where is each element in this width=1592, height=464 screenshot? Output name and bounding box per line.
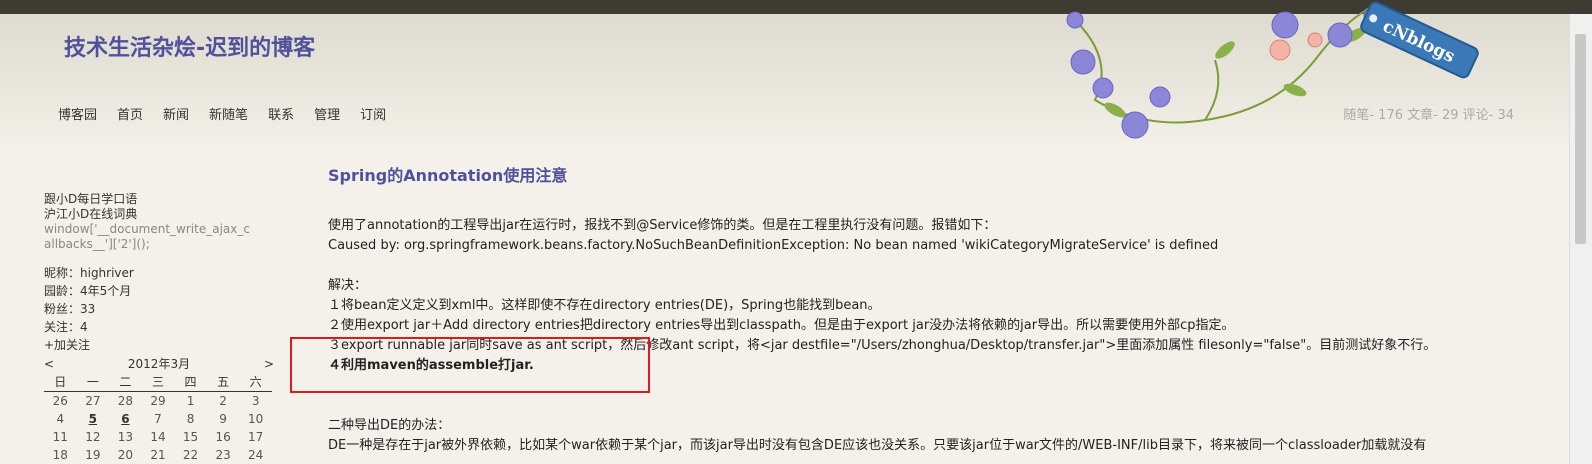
weekday-label: 四 — [174, 372, 207, 392]
calendar-prev-button[interactable]: < — [44, 356, 54, 372]
calendar-day: 3 — [251, 394, 260, 408]
sidebar: 跟小D每日学口语 沪江小D在线词典 window['__document_wri… — [44, 192, 274, 354]
flower-decoration — [1066, 8, 1377, 139]
profile-followers: 粉丝：33 — [44, 302, 96, 316]
pink-flower-decoration — [1269, 32, 1323, 61]
post-body: 使用了annotation的工程导出jar在运行时，报找不到@Service修饰… — [328, 216, 1528, 456]
scrollbar-thumb[interactable] — [1575, 34, 1586, 244]
calendar-day: 21 — [150, 448, 166, 462]
calendar-day: 2 — [219, 394, 227, 408]
profile-following: 关注：4 — [44, 320, 88, 334]
post-paragraph: 使用了annotation的工程导出jar在运行时，报找不到@Service修饰… — [328, 218, 997, 233]
weekday-label: 一 — [76, 372, 110, 392]
nav-news[interactable]: 新闻 — [163, 104, 189, 123]
nav-admin[interactable]: 管理 — [314, 104, 340, 123]
calendar-day: 16 — [215, 430, 231, 444]
calendar-day: 19 — [85, 448, 101, 462]
sidebar-link-daily-english[interactable]: 跟小D每日学口语 — [44, 192, 274, 207]
post-paragraph: ２使用export jar＋Add directory entries把dire… — [328, 318, 1235, 333]
calendar-title: 2012年3月 — [127, 357, 191, 371]
weekday-label: 五 — [206, 372, 240, 392]
vertical-scrollbar[interactable] — [1569, 14, 1592, 464]
calendar-day: 15 — [182, 430, 199, 444]
calendar-day: 26 — [52, 394, 68, 408]
calendar-day: 8 — [186, 412, 195, 426]
calendar-day: 24 — [248, 448, 264, 462]
follow-button[interactable]: +加关注 — [44, 336, 274, 354]
calendar-day-link[interactable]: 5 — [77, 410, 110, 428]
post-title-link[interactable]: Spring的Annotation使用注意 — [328, 162, 567, 186]
profile-info: 昵称：highriver 园龄：4年5个月 粉丝：33 关注：4 +加关注 — [44, 264, 274, 354]
calendar-day: 20 — [117, 448, 134, 462]
calendar-day: 17 — [248, 430, 264, 444]
calendar-day: 4 — [56, 412, 65, 426]
calendar-day: 13 — [117, 430, 134, 444]
nav-home[interactable]: 首页 — [117, 104, 143, 123]
nav-cnblogs[interactable]: 博客园 — [58, 104, 97, 123]
weekday-label: 六 — [239, 372, 272, 392]
sidebar-link-dictionary[interactable]: 沪江小D在线词典 — [44, 207, 274, 222]
nav-subscribe[interactable]: 订阅 — [360, 104, 386, 123]
post-paragraph: 二种导出DE的办法： — [328, 418, 451, 433]
calendar-day: 27 — [85, 394, 101, 408]
post-paragraph: DE一种是存在于jar被外界依赖，比如某个war依赖于某个jar，而该jar导出… — [328, 438, 1427, 453]
calendar-day: 9 — [219, 412, 227, 426]
calendar-day: 14 — [150, 430, 166, 444]
calendar-day: 1 — [186, 394, 195, 408]
nav-new-post[interactable]: 新随笔 — [209, 104, 248, 123]
calendar-day-link[interactable]: 6 — [109, 410, 142, 428]
calendar-day: 12 — [85, 430, 101, 444]
vine-decoration — [1074, 4, 1376, 124]
calendar-day: 7 — [154, 412, 162, 426]
calendar-day: 11 — [52, 430, 68, 444]
highlight-box — [290, 337, 650, 393]
calendar-day: 22 — [182, 448, 199, 462]
calendar-next-button[interactable]: > — [264, 356, 274, 372]
calendar-day: 10 — [248, 412, 264, 426]
post-paragraph — [328, 256, 1528, 276]
calendar-day: 29 — [150, 394, 166, 408]
calendar-grid: 日 一 二 三 四 五 六 26 27 28 29 1 2 3 4 5 6 7 … — [44, 372, 272, 464]
profile-age: 园龄：4年5个月 — [44, 284, 132, 298]
calendar-day: 23 — [215, 448, 231, 462]
weekday-label: 二 — [109, 372, 142, 392]
leaf-decoration — [1104, 27, 1366, 118]
calendar-day: 18 — [52, 448, 68, 462]
nav-bar: 博客园 首页 新闻 新随笔 联系 管理 订阅 — [58, 104, 406, 123]
cnblogs-badge: cNblogs — [1360, 1, 1479, 79]
post-paragraph: Caused by: org.springframework.beans.fac… — [328, 238, 1219, 253]
weekday-label: 日 — [44, 372, 77, 392]
post-paragraph — [328, 396, 1528, 416]
nav-contact[interactable]: 联系 — [268, 104, 294, 123]
blog-title-link[interactable]: 技术生活杂烩-迟到的博客 — [64, 30, 315, 62]
sidebar-code-line: window['__document_write_ajax_c — [44, 222, 250, 236]
post-paragraph: 解决： — [328, 278, 368, 293]
blog-stats: 随笔- 176 文章- 29 评论- 34 — [1343, 108, 1514, 123]
post-paragraph: １将bean定义定义到xml中。这样即使不存在directory entries… — [328, 298, 881, 313]
sidebar-code-line: allbacks__']['2'](); — [44, 237, 150, 251]
calendar: < 2012年3月 > 日 一 二 三 四 五 六 26 27 28 29 1 … — [44, 356, 274, 464]
header-decoration: cNblogs — [1066, 1, 1479, 139]
profile-nickname: 昵称：highriver — [44, 266, 134, 280]
calendar-day: 28 — [117, 394, 134, 408]
weekday-label: 三 — [141, 372, 175, 392]
